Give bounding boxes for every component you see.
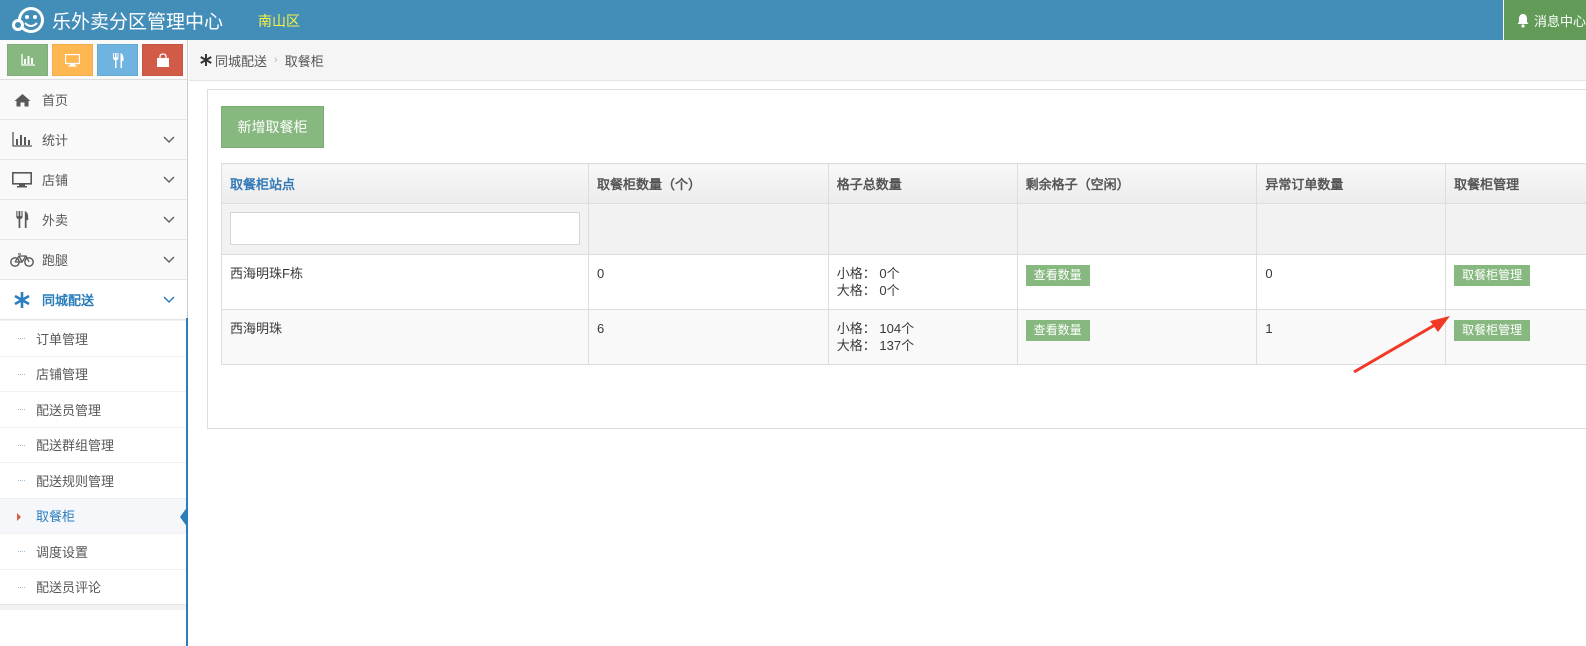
submenu-item-delivery-rules[interactable]: 配送规则管理 — [0, 462, 187, 498]
filter-cell — [222, 204, 589, 255]
submenu-item-orders[interactable]: 订单管理 — [0, 320, 187, 356]
count-cell: 6 — [589, 310, 829, 365]
total-cells-cell: 小格： 104个 大格： 137个 — [828, 310, 1017, 365]
cutlery-icon — [10, 211, 34, 228]
bell-icon — [1516, 13, 1530, 28]
desktop-icon — [10, 172, 34, 188]
shortcut-shop-button[interactable] — [142, 44, 183, 76]
view-count-button[interactable]: 查看数量 — [1026, 265, 1090, 286]
large-cells-text: 大格： 137个 — [837, 337, 1009, 354]
manage-locker-button[interactable]: 取餐柜管理 — [1454, 320, 1530, 341]
region-label[interactable]: 南山区 — [258, 11, 300, 31]
free-cells-cell: 查看数量 — [1017, 310, 1257, 365]
filter-cell — [1017, 204, 1257, 255]
chevron-down-icon — [163, 293, 175, 305]
sidebar-item-label: 同城配送 — [42, 290, 94, 309]
add-locker-button[interactable]: 新增取餐柜 — [221, 106, 324, 148]
message-center-label: 消息中心 — [1534, 11, 1586, 30]
breadcrumb-current: 取餐柜 — [285, 51, 324, 70]
submenu-item-dispatch-settings[interactable]: 调度设置 — [0, 533, 187, 569]
message-center-button[interactable]: 消息中心 — [1503, 0, 1586, 40]
sidebar-item-takeout[interactable]: 外卖 — [0, 200, 187, 240]
sidebar-item-label: 跑腿 — [42, 250, 68, 269]
column-header-count: 取餐柜数量（个） — [589, 164, 829, 204]
sidebar-item-label: 外卖 — [42, 210, 68, 229]
shortcut-stats-button[interactable] — [7, 44, 48, 76]
count-cell: 0 — [589, 255, 829, 310]
submenu-item-shops[interactable]: 店铺管理 — [0, 356, 187, 392]
sidebar-item-city-delivery[interactable]: 同城配送 — [0, 280, 187, 320]
column-header-free-cells: 剩余格子（空闲） — [1017, 164, 1257, 204]
cutlery-icon — [112, 53, 124, 68]
breadcrumb-separator: › — [274, 54, 278, 66]
filter-cell — [1257, 204, 1446, 255]
site-filter-input[interactable] — [230, 212, 580, 245]
abnormal-orders-cell: 0 — [1257, 255, 1446, 310]
chevron-down-icon — [163, 253, 175, 265]
sidebar-item-stats[interactable]: 统计 — [0, 120, 187, 160]
home-icon — [10, 93, 34, 107]
manage-cell: 取餐柜管理 — [1446, 255, 1586, 310]
top-navbar: 乐外卖分区管理中心 南山区 消息中心 — [0, 0, 1586, 40]
manage-locker-button[interactable]: 取餐柜管理 — [1454, 265, 1530, 286]
total-cells-cell: 小格： 0个 大格： 0个 — [828, 255, 1017, 310]
sidebar-item-errand[interactable]: 跑腿 — [0, 240, 187, 280]
manage-cell: 取餐柜管理 — [1446, 310, 1586, 365]
brand[interactable]: 乐外卖分区管理中心 — [10, 5, 223, 35]
column-header-manage: 取餐柜管理 — [1446, 164, 1586, 204]
column-header-abnormal-orders: 异常订单数量 — [1257, 164, 1446, 204]
bar-chart-icon — [10, 132, 34, 147]
active-menu-indicator — [186, 318, 188, 646]
submenu-item-courier-reviews[interactable]: 配送员评论 — [0, 569, 187, 605]
chevron-down-icon — [163, 213, 175, 225]
view-count-button[interactable]: 查看数量 — [1026, 320, 1090, 341]
filter-cell — [828, 204, 1017, 255]
filter-row — [222, 204, 1586, 255]
site-cell: 西海明珠 — [222, 310, 589, 365]
main-panel: 新增取餐柜 取餐柜站点 取餐柜数量（个） 格子总数量 剩余格子（空闲） 异常订单… — [207, 89, 1586, 429]
breadcrumb: 同城配送 › 取餐柜 — [189, 40, 1586, 81]
site-cell: 西海明珠F栋 — [222, 255, 589, 310]
chevron-down-icon — [163, 133, 175, 145]
breadcrumb-parent[interactable]: 同城配送 — [215, 51, 267, 70]
shopping-bag-icon — [156, 53, 170, 68]
sidebar-item-shop[interactable]: 店铺 — [0, 160, 187, 200]
sidebar-item-label: 首页 — [42, 90, 68, 109]
annotation-arrow — [1350, 312, 1455, 377]
app-title: 乐外卖分区管理中心 — [52, 7, 223, 34]
submenu-item-couriers[interactable]: 配送员管理 — [0, 391, 187, 427]
asterisk-icon — [10, 292, 34, 308]
sidebar: 首页 统计 店铺 外卖 跑腿 同城配送 订单管理 店铺管理 配送员管理 配送群组… — [0, 40, 188, 610]
free-cells-cell: 查看数量 — [1017, 255, 1257, 310]
shortcut-desktop-button[interactable] — [52, 44, 93, 76]
small-cells-text: 小格： 0个 — [837, 265, 1009, 282]
small-cells-text: 小格： 104个 — [837, 320, 1009, 337]
sidebar-shortcuts — [0, 40, 187, 80]
bar-chart-icon — [21, 54, 35, 66]
sidebar-item-home[interactable]: 首页 — [0, 80, 187, 120]
column-header-site[interactable]: 取餐柜站点 — [222, 164, 589, 204]
column-header-total-cells: 格子总数量 — [828, 164, 1017, 204]
sidebar-item-label: 统计 — [42, 130, 68, 149]
shortcut-food-button[interactable] — [97, 44, 138, 76]
bicycle-icon — [10, 253, 34, 267]
filter-cell — [1446, 204, 1586, 255]
filter-cell — [589, 204, 829, 255]
desktop-icon — [65, 54, 80, 67]
asterisk-icon — [200, 54, 212, 66]
large-cells-text: 大格： 0个 — [837, 282, 1009, 299]
sidebar-item-label: 店铺 — [42, 170, 68, 189]
submenu-item-food-lockers[interactable]: 取餐柜 — [0, 498, 187, 534]
logo-icon — [10, 5, 46, 35]
city-delivery-submenu: 订单管理 店铺管理 配送员管理 配送群组管理 配送规则管理 取餐柜 调度设置 配… — [0, 320, 187, 605]
table-row: 西海明珠F栋 0 小格： 0个 大格： 0个 查看数量 0 取餐柜管理 — [222, 255, 1586, 310]
chevron-down-icon — [163, 173, 175, 185]
submenu-item-courier-groups[interactable]: 配送群组管理 — [0, 427, 187, 463]
